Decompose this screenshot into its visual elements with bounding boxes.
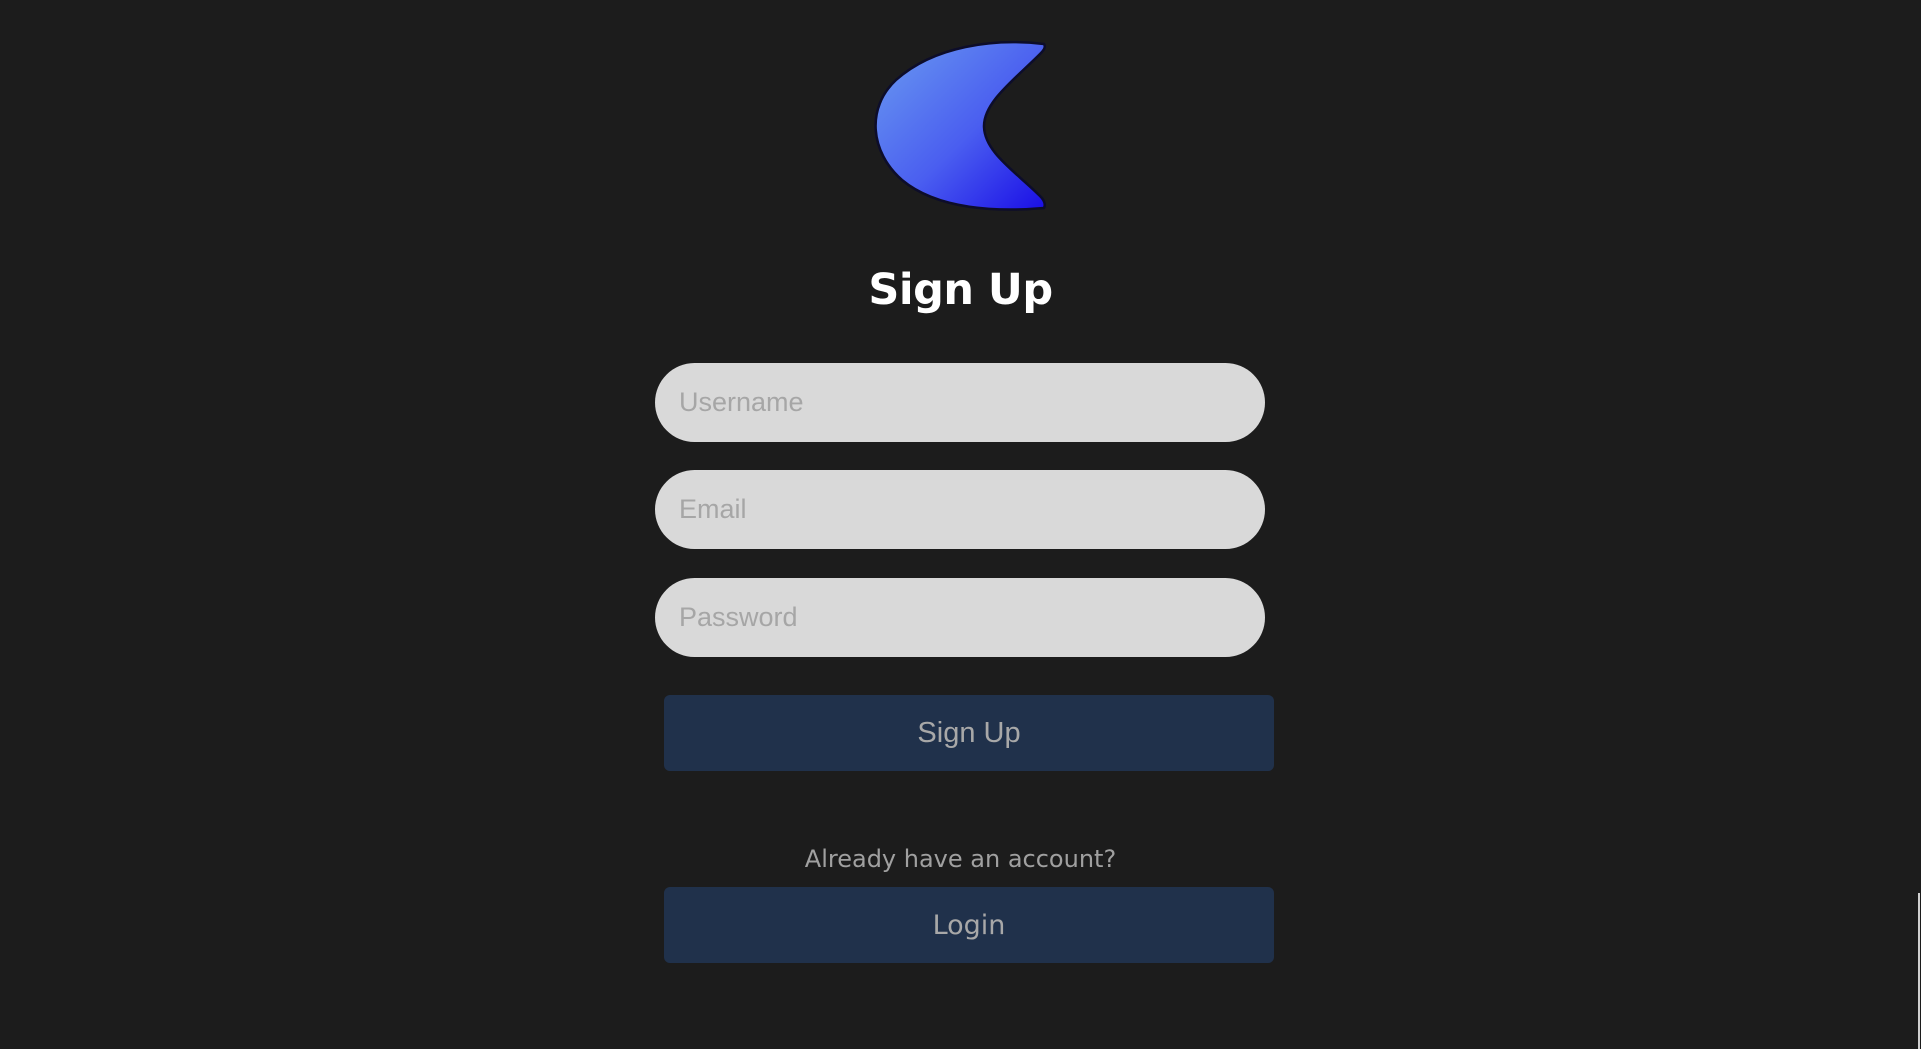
window-edge-divider	[1918, 893, 1920, 1049]
page-title: Sign Up	[868, 265, 1053, 315]
login-button[interactable]: Login	[664, 887, 1274, 963]
email-input[interactable]	[655, 470, 1265, 549]
username-input[interactable]	[655, 363, 1265, 442]
password-input[interactable]	[655, 578, 1265, 657]
sign-up-button[interactable]: Sign Up	[664, 695, 1274, 771]
signup-page: Sign Up Sign Up Already have an account?…	[0, 0, 1921, 1049]
moon-logo-graphic	[874, 40, 1047, 211]
already-have-account-text: Already have an account?	[804, 845, 1117, 873]
moon-logo-icon	[874, 40, 1048, 214]
